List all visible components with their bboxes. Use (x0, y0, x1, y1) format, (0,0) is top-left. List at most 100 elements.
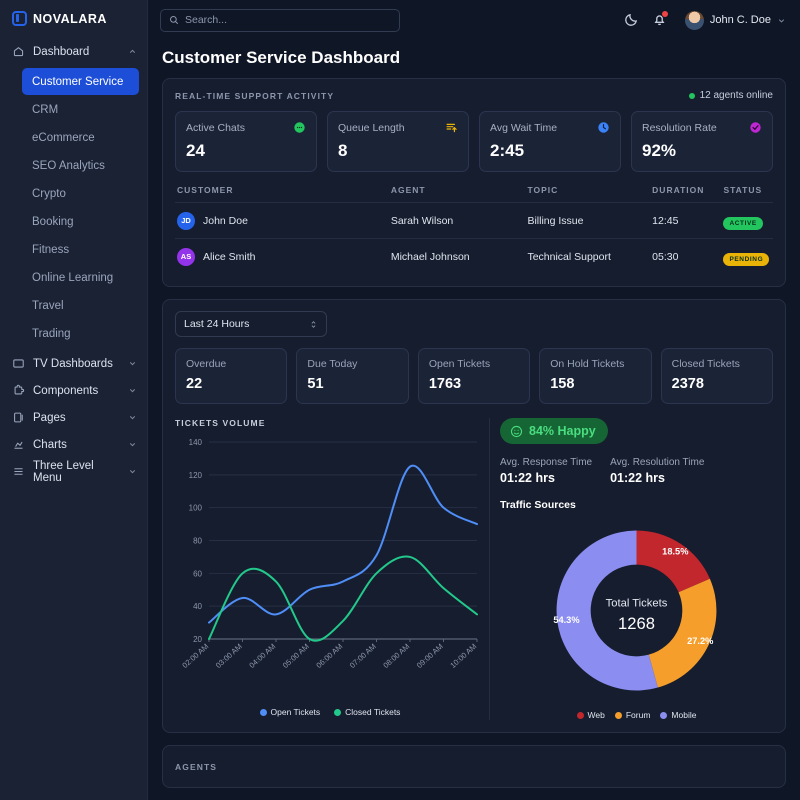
legend-label: Web (587, 710, 605, 720)
brand[interactable]: NOVALARA (0, 0, 147, 38)
traffic-donut-chart: 18.5% 27.2% 54.3% Total Tickets 1268 (500, 513, 773, 708)
svg-text:140: 140 (189, 438, 203, 447)
stat-card-value: 24 (186, 141, 205, 160)
ticket-card-due-today: Due Today 51 (296, 348, 409, 404)
donut-legend-item-web[interactable]: Web (576, 710, 605, 720)
line-chart-legend: Open Tickets Closed Tickets (175, 707, 485, 717)
stat-card-label: Resolution Rate (642, 121, 717, 134)
chevron-up-icon (129, 49, 136, 53)
sidebar-item-booking[interactable]: Booking (22, 208, 139, 235)
sidebar-item-ecommerce[interactable]: eCommerce (22, 124, 139, 151)
sidebar-item-fitness[interactable]: Fitness (22, 236, 139, 263)
sidebar: NOVALARA Dashboard Customer Service CRM eCo… (0, 0, 148, 800)
legend-swatch-icon (614, 711, 622, 719)
donut-legend-item-mobile[interactable]: Mobile (660, 710, 696, 720)
table-cell-agent: Michael Johnson (390, 250, 470, 263)
user-menu[interactable]: John C. Doe (684, 10, 786, 30)
legend-item-open-tickets[interactable]: Open Tickets (259, 707, 320, 717)
sidebar-item-trading[interactable]: Trading (22, 320, 139, 347)
agents-panel: AGENTS (162, 745, 786, 788)
avg-resolution-time: Avg. Resolution Time 01:22 hrs (610, 457, 704, 485)
svg-text:08:00 AM: 08:00 AM (381, 642, 411, 670)
moon-icon[interactable] (623, 11, 641, 29)
topbar: Search... John C. Doe (148, 0, 800, 40)
chart-icon (14, 441, 23, 449)
table-column-header: STATUS (723, 185, 763, 195)
svg-text:18.5%: 18.5% (662, 546, 688, 556)
legend-label: Closed Tickets (345, 707, 401, 717)
stat-card-top: Resolution Rate (642, 121, 762, 134)
smiley-icon (510, 425, 523, 437)
realtime-header: REAL-TIME SUPPORT ACTIVITY 12 agents onl… (175, 90, 773, 101)
svg-text:27.2%: 27.2% (687, 636, 713, 646)
table-row[interactable]: AS Alice Smith Michael Johnson Technical Su… (175, 238, 773, 274)
table-cell-customer: AS Alice Smith (177, 247, 391, 266)
ticket-card-on-hold-tickets: On Hold Tickets 158 (539, 348, 652, 404)
sidebar-group-header-three-level-menu[interactable]: Three Level Menu (0, 458, 147, 485)
avg-resolution-time-value: 01:22 hrs (610, 471, 665, 485)
ticket-card-value: 2378 (671, 376, 704, 392)
ticket-card-value: 158 (550, 376, 575, 392)
pages-icon (14, 412, 23, 423)
status-badge: PENDING (723, 252, 770, 266)
happiness-label: 84% Happy (529, 424, 596, 438)
donut-legend-item-forum[interactable]: Forum (614, 710, 650, 720)
main-area: Search... John C. Doe Customer Service D… (148, 0, 800, 800)
ticket-card-label: Overdue (186, 358, 227, 370)
chevron-down-icon (129, 470, 136, 474)
sidebar-item-crm[interactable]: CRM (22, 96, 139, 123)
sidebar-item-customer-service[interactable]: Customer Service (22, 68, 139, 95)
search-input[interactable]: Search... (160, 8, 400, 32)
table-cell-duration: 05:30 (652, 250, 679, 263)
status-badge: ACTIVE (723, 216, 763, 230)
ticket-card-label: Open Tickets (428, 358, 491, 370)
app-root: NOVALARA Dashboard Customer Service CRM eCo… (0, 0, 800, 800)
line-chart-svg: 20 40 60 80 100 120 140 02:00 AM 03:00 AM 04:00 A… (180, 438, 478, 670)
sidebar-subnav: Customer Service CRM eCommerce SEO Analytic… (0, 65, 147, 350)
menu-icon (14, 468, 23, 475)
sidebar-group-header-tv-dashboards[interactable]: TV Dashboards (0, 350, 147, 377)
sidebar-group-header-dashboard[interactable]: Dashboard (0, 38, 147, 65)
table-row[interactable]: JD John Doe Sarah Wilson Billing Issue 12:45… (175, 202, 773, 238)
sidebar-item-travel[interactable]: Travel (22, 292, 139, 319)
sidebar-group-header-components[interactable]: Components (0, 377, 147, 404)
sidebar-group-dashboard: Dashboard Customer Service CRM eCommerce SEO… (0, 38, 147, 350)
svg-text:60: 60 (193, 569, 202, 578)
sidebar-group-header-charts[interactable]: Charts (0, 431, 147, 458)
sidebar-group-header-pages[interactable]: Pages (0, 404, 147, 431)
avg-response-time-value: 01:22 hrs (500, 471, 555, 485)
ticket-card-open-tickets: Open Tickets 1763 (417, 348, 531, 404)
notification-dot (661, 11, 668, 17)
user-name: John C. Doe (709, 14, 771, 26)
svg-text:80: 80 (193, 537, 202, 546)
legend-label: Mobile (671, 710, 697, 720)
sidebar-item-online-learning[interactable]: Online Learning (22, 264, 139, 291)
search-icon (170, 16, 179, 25)
sidebar-group-label: TV Dashboards (33, 357, 113, 370)
svg-text:03:00 AM: 03:00 AM (214, 642, 244, 670)
bell-icon[interactable] (651, 11, 669, 29)
tv-icon (13, 359, 24, 368)
search-placeholder: Search... (185, 14, 228, 26)
sidebar-group-charts: Charts (0, 431, 147, 458)
sidebar-item-seo-analytics[interactable]: SEO Analytics (22, 152, 139, 179)
time-range-select[interactable]: Last 24 Hours (175, 311, 327, 337)
page-title: Customer Service Dashboard (162, 48, 401, 67)
stat-card-top: Queue Length (338, 121, 458, 134)
stat-card-value: 2:45 (490, 141, 525, 160)
chevron-updown-icon (311, 320, 316, 328)
ticket-stat-cards: Overdue 22 Due Today 51 Open Tickets 1763 On H… (175, 348, 774, 404)
table-cell-agent: Sarah Wilson (390, 214, 454, 227)
svg-text:04:00 AM: 04:00 AM (247, 642, 277, 670)
stat-card-top: Active Chats (186, 121, 306, 134)
chevron-down-icon (129, 389, 136, 393)
brand-name: NOVALARA (33, 11, 107, 26)
legend-item-closed-tickets[interactable]: Closed Tickets (334, 707, 400, 717)
sidebar-nav: Dashboard Customer Service CRM eCommerce SEO… (0, 38, 147, 485)
table-cell-topic: Billing Issue (527, 214, 584, 227)
support-table: CUSTOMER AGENT TOPIC DURATION STATUS JD John … (175, 185, 773, 274)
sidebar-group-label: Three Level Menu (33, 459, 94, 484)
chevron-down-icon (129, 443, 136, 447)
sidebar-item-crypto[interactable]: Crypto (22, 180, 139, 207)
legend-swatch-icon (576, 711, 584, 719)
